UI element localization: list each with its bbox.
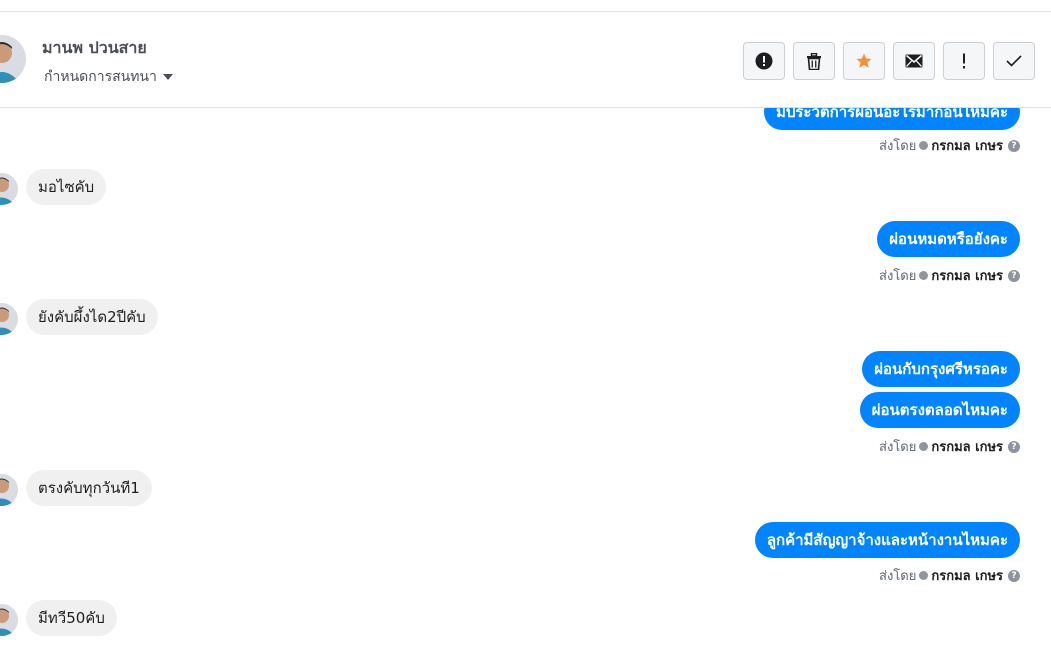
- message-bubble-outgoing[interactable]: ลูกค้ามีสัญญาจ้างและหน้างานไหมคะ: [754, 522, 1020, 558]
- sent-check-icon: [919, 271, 929, 280]
- done-button[interactable]: [993, 42, 1035, 80]
- alert-circle-icon: [755, 52, 773, 70]
- message-bubble-incoming[interactable]: มอไซคับ: [26, 169, 107, 205]
- help-icon[interactable]: ?: [1008, 440, 1020, 453]
- message-bubble-outgoing[interactable]: ผ่อนหมดหรือยังคะ: [877, 221, 1020, 257]
- avatar[interactable]: [0, 173, 18, 205]
- sent-check-icon: [919, 571, 929, 580]
- message-bubble-outgoing[interactable]: ผ่อนตรงตลอดไหมคะ: [859, 392, 1020, 428]
- sender-name[interactable]: กรกมล เกษร: [931, 436, 1003, 457]
- action-toolbar: [743, 42, 1035, 80]
- message-bubble-outgoing[interactable]: มีประวัติการผ่อนอะไรมาก่อนไหมคะ: [763, 108, 1020, 130]
- sent-by-label: ส่งโดย: [879, 269, 917, 284]
- sender-name[interactable]: กรกมล เกษร: [931, 265, 1003, 286]
- delete-button[interactable]: [793, 42, 835, 80]
- sent-by-meta: ส่งโดย กรกมล เกษร ?: [879, 135, 1020, 156]
- message-bubble-outgoing[interactable]: ผ่อนกับกรุงศรีหรอคะ: [862, 351, 1020, 387]
- star-icon: [856, 53, 872, 68]
- sent-by-label: ส่งโดย: [879, 440, 917, 455]
- sent-by-meta: ส่งโดย กรกมล เกษร ?: [879, 565, 1020, 586]
- avatar[interactable]: [0, 604, 18, 636]
- sent-check-icon: [919, 442, 929, 451]
- avatar[interactable]: [0, 35, 26, 83]
- sender-name[interactable]: กรกมล เกษร: [931, 135, 1003, 156]
- help-icon[interactable]: ?: [1008, 139, 1020, 152]
- sent-by-meta: ส่งโดย กรกมล เกษร ?: [879, 265, 1020, 286]
- top-strip: [0, 0, 1051, 12]
- sent-by-label: ส่งโดย: [879, 569, 917, 584]
- sender-name[interactable]: กรกมล เกษร: [931, 565, 1003, 586]
- star-button[interactable]: [843, 42, 885, 80]
- check-icon: [1006, 55, 1022, 67]
- conversation-settings-label: กำหนดการสนทนา: [44, 69, 157, 85]
- conversation-settings-dropdown[interactable]: กำหนดการสนทนา: [44, 66, 173, 88]
- conversation-header: มานพ ปวนสาย กำหนดการสนทนา: [0, 12, 1051, 108]
- mark-unread-button[interactable]: [893, 42, 935, 80]
- help-icon[interactable]: ?: [1008, 569, 1020, 582]
- spam-button[interactable]: [943, 42, 985, 80]
- trash-icon: [807, 52, 821, 70]
- help-icon[interactable]: ?: [1008, 269, 1020, 282]
- envelope-icon: [905, 54, 923, 68]
- contact-name[interactable]: มานพ ปวนสาย: [42, 36, 147, 61]
- message-bubble-incoming[interactable]: ตรงคับทุกวันที1: [26, 470, 152, 506]
- message-thread: มีประวัติการผ่อนอะไรมาก่อนไหมคะ ส่งโดย ก…: [0, 108, 1051, 647]
- message-bubble-incoming[interactable]: มีทวี50คับ: [26, 600, 117, 636]
- exclamation-icon: [963, 53, 965, 69]
- report-button[interactable]: [743, 42, 785, 80]
- sent-by-meta: ส่งโดย กรกมล เกษร ?: [879, 436, 1020, 457]
- sent-check-icon: [919, 141, 929, 150]
- avatar[interactable]: [0, 474, 18, 506]
- sent-by-label: ส่งโดย: [879, 139, 917, 154]
- message-bubble-incoming[interactable]: ยังคับผึ้งได2ปีคับ: [26, 299, 158, 335]
- avatar[interactable]: [0, 303, 18, 335]
- chevron-down-icon: [162, 74, 173, 80]
